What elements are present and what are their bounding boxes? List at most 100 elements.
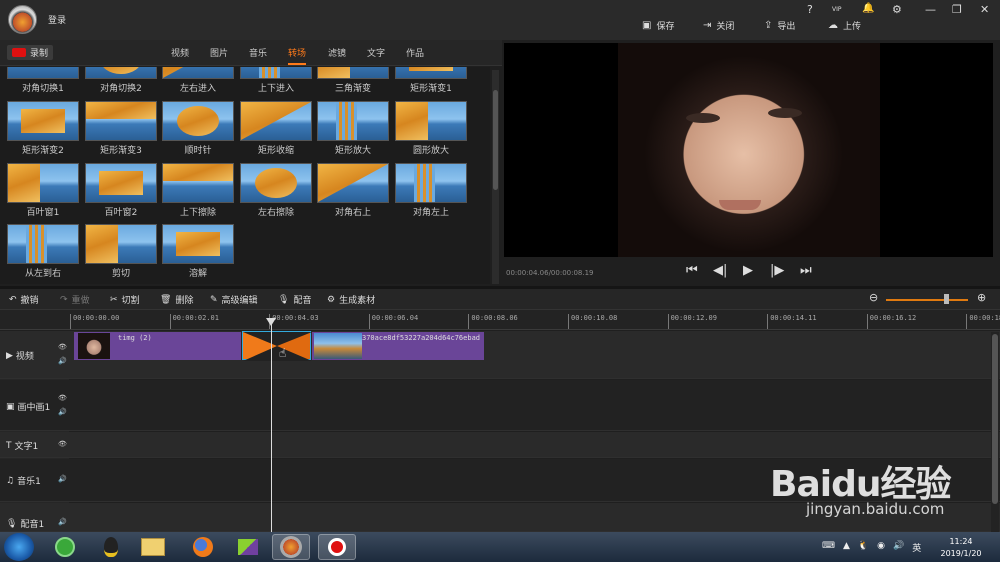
eye-icon[interactable]: 👁 [58,440,67,448]
transition-label: 百叶窗2 [104,208,138,218]
transition-scrollbar[interactable] [492,70,499,284]
login-link[interactable]: 登录 [48,13,66,26]
delete-button[interactable]: 🗑 删除 [160,293,193,307]
tray-app-icon[interactable]: ◉ [877,541,885,554]
transition-label: 上下擦除 [179,208,216,218]
transition-thumbnail[interactable] [395,163,467,203]
redo-button[interactable]: ↷ 重做 [60,293,90,307]
dub-button[interactable]: 🎙 配音 [278,293,311,307]
language-icon[interactable]: 英 [912,541,921,554]
tab-text[interactable]: 文字 [367,46,385,59]
skip-end-icon[interactable]: ⏭ [800,263,812,278]
transition-thumbnail[interactable] [317,163,389,203]
transition-label: 矩形渐变1 [410,84,452,94]
advanced-edit-button[interactable]: ✎ 高级编辑 [210,293,258,307]
help-icon[interactable]: ? [807,3,813,16]
close-icon[interactable]: ✕ [980,3,989,16]
cut-button[interactable]: ✂ 切割 [110,293,140,307]
speaker-icon[interactable]: 🔊 [58,357,67,365]
firefox-icon[interactable] [184,534,222,560]
transition-thumbnail[interactable] [85,67,157,79]
transition-thumbnail[interactable] [162,101,234,141]
transition-label: 剪切 [111,269,130,279]
transition-thumbnail[interactable] [240,101,312,141]
notification-icon[interactable]: 🔔 [862,3,874,14]
transition-thumbnail[interactable] [240,163,312,203]
transition-thumbnail[interactable] [162,224,234,264]
zoom-in-icon[interactable]: ⊕ [977,291,986,304]
transition-thumbnail[interactable] [317,101,389,141]
timeline-scrollbar[interactable] [991,332,999,532]
scrollbar-thumb[interactable] [493,90,498,190]
playhead-handle[interactable] [266,318,276,326]
next-frame-icon[interactable]: |▶ [770,263,784,278]
transition-thumbnail[interactable] [85,163,157,203]
close-doc-button[interactable]: ⇥ 关闭 [703,19,734,32]
media-app-icon[interactable] [229,534,267,560]
thumbnail-art [25,225,47,263]
explorer-icon[interactable] [134,534,172,560]
thumbnail-art [163,164,233,182]
app-logo[interactable] [8,5,37,34]
transition-thumbnail[interactable] [85,101,157,141]
skip-start-icon[interactable]: ⏮ [686,263,698,278]
timeline-ruler[interactable]: 00:00:00.00 00:00:02.01 00:00:04.03 00:00:0… [0,310,1000,330]
speaker-icon[interactable]: 🔊 [58,475,67,483]
tab-filter[interactable]: 滤镜 [328,46,346,59]
speaker-tray-icon[interactable]: 🔊 [893,541,904,554]
prev-frame-icon[interactable]: ◀| [713,263,727,278]
transition-thumbnail[interactable] [7,101,79,141]
start-button[interactable] [4,533,34,561]
video-clip[interactable]: timg (2) [74,332,241,360]
tab-video[interactable]: 视频 [171,46,189,59]
playhead[interactable] [271,318,272,532]
save-button[interactable]: ▣ 保存 [642,19,674,32]
transition-thumbnail[interactable] [395,67,467,79]
transition-thumbnail[interactable] [7,67,79,79]
transition-thumbnail[interactable] [7,163,79,203]
taskbar-clock[interactable]: 11:24 2019/1/20 [940,536,982,560]
transition-thumbnail[interactable] [240,67,312,79]
zoom-out-icon[interactable]: ⊖ [869,291,878,304]
speaker-icon[interactable]: 🔊 [58,408,67,416]
transition-thumbnail[interactable] [7,224,79,264]
play-icon[interactable]: ▶ [743,263,753,278]
transition-label: 溶解 [188,269,207,279]
zoom-slider-handle[interactable] [944,294,949,304]
speaker-icon[interactable]: 🔊 [58,518,67,526]
transition-thumbnail[interactable] [395,101,467,141]
vip-icon[interactable]: VIP [832,6,842,13]
taskbar-app-icon[interactable] [46,534,84,560]
tab-works[interactable]: 作品 [406,46,424,59]
scrollbar-thumb[interactable] [992,334,998,504]
tab-image[interactable]: 图片 [210,46,228,59]
thumbnail-art [335,102,357,140]
minimize-icon[interactable]: — [925,3,936,16]
gear-icon[interactable]: ⚙ [892,3,902,16]
keyboard-icon[interactable]: ⌨ [822,541,835,554]
undo-button[interactable]: ↶ 撤销 [9,293,39,307]
transition-thumbnail[interactable] [162,163,234,203]
clip-name: timg (2) [118,334,152,342]
transition-thumbnail[interactable] [162,67,234,79]
generate-button[interactable]: ⚙ 生成素材 [327,293,375,307]
transition-thumbnail[interactable] [317,67,389,79]
maximize-icon[interactable]: ❐ [952,3,962,16]
tray-expand-icon[interactable]: ▲ [843,541,850,554]
tab-music[interactable]: 音乐 [249,46,267,59]
eye-icon[interactable]: 👁 [58,343,67,351]
qq-icon[interactable] [92,534,130,560]
upload-button[interactable]: ☁ 上传 [828,19,861,32]
video-clip[interactable]: 370ace8df53227a204d64c76ebad [312,332,484,360]
zoom-slider[interactable] [886,299,968,301]
pencil-icon: ✎ [210,294,218,305]
record-button[interactable]: 录制 [7,45,54,60]
editor-taskbar-icon[interactable] [272,534,310,560]
export-button[interactable]: ⇪ 导出 [764,19,795,32]
qq-tray-icon[interactable]: 🐧 [858,541,869,554]
eye-icon[interactable]: 👁 [58,394,67,402]
transition-thumbnail[interactable] [85,224,157,264]
tab-transition[interactable]: 转场 [288,46,307,65]
recorder-taskbar-icon[interactable] [318,534,356,560]
transition-clip[interactable] [242,331,312,361]
